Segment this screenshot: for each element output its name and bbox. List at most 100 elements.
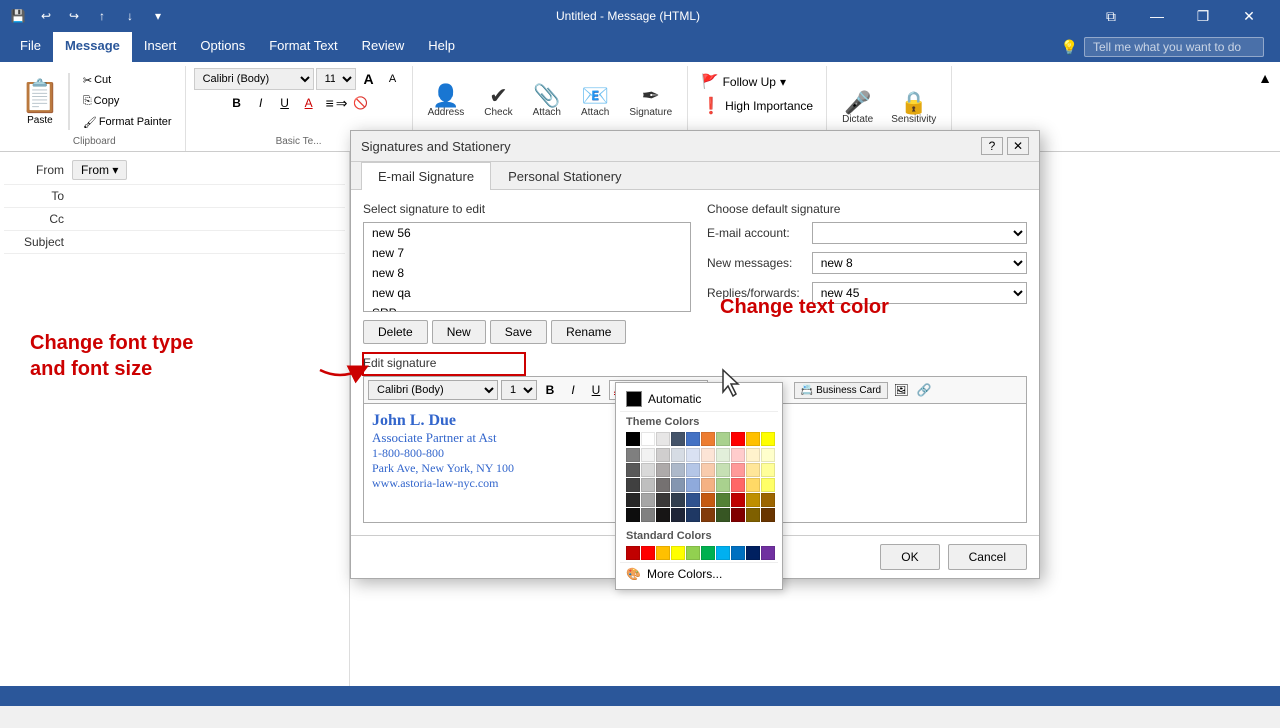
high-importance-button[interactable]: ❗ High Importance: [696, 93, 818, 119]
tab-personal-stationery[interactable]: Personal Stationery: [491, 162, 638, 190]
address-button[interactable]: 👤 Address: [421, 80, 472, 123]
shade-swatch[interactable]: [716, 478, 730, 492]
tab-options[interactable]: Options: [188, 32, 257, 62]
tab-message[interactable]: Message: [53, 32, 132, 62]
sig-item-newqa[interactable]: new qa: [364, 283, 690, 303]
replies-select[interactable]: new 45: [812, 282, 1027, 304]
paste-button[interactable]: 📋 Paste: [12, 73, 69, 130]
standard-color-swatch[interactable]: [686, 546, 700, 560]
standard-color-swatch[interactable]: [671, 546, 685, 560]
shade-swatch[interactable]: [656, 493, 670, 507]
shade-swatch[interactable]: [746, 493, 760, 507]
standard-color-swatch[interactable]: [701, 546, 715, 560]
shade-swatch[interactable]: [671, 508, 685, 522]
indent-button[interactable]: ⇒: [336, 95, 348, 112]
shade-swatch[interactable]: [671, 493, 685, 507]
shade-swatch[interactable]: [641, 493, 655, 507]
shade-swatch[interactable]: [686, 478, 700, 492]
customize-qat-icon[interactable]: ▾: [148, 6, 168, 26]
cut-button[interactable]: ✂Cut: [78, 71, 177, 90]
check-button[interactable]: ✔ Check: [477, 80, 519, 123]
delete-sig-button[interactable]: Delete: [363, 320, 428, 344]
theme-color-swatch[interactable]: [746, 432, 760, 446]
shade-swatch[interactable]: [626, 478, 640, 492]
restore-button[interactable]: ⧉: [1088, 0, 1134, 32]
sig-item-new56[interactable]: new 56: [364, 223, 690, 243]
signature-button[interactable]: ✒ Signature: [622, 80, 679, 123]
theme-color-swatch[interactable]: [761, 432, 775, 446]
undo-icon[interactable]: ↩: [36, 6, 56, 26]
shade-swatch[interactable]: [671, 478, 685, 492]
format-painter-button[interactable]: 🖌Format Painter: [78, 113, 177, 132]
shade-swatch[interactable]: [701, 478, 715, 492]
shade-swatch[interactable]: [761, 493, 775, 507]
cc-input[interactable]: [72, 212, 345, 226]
tab-insert[interactable]: Insert: [132, 32, 189, 62]
underline-button[interactable]: U: [274, 92, 296, 114]
email-account-select[interactable]: [812, 222, 1027, 244]
standard-color-swatch[interactable]: [641, 546, 655, 560]
shade-swatch[interactable]: [641, 508, 655, 522]
more-colors-row[interactable]: 🎨 More Colors...: [620, 562, 778, 585]
copy-button[interactable]: ⎘Copy: [78, 92, 177, 111]
close-button[interactable]: ✕: [1226, 0, 1272, 32]
shade-swatch[interactable]: [716, 493, 730, 507]
tab-format-text[interactable]: Format Text: [257, 32, 349, 62]
shade-swatch[interactable]: [716, 448, 730, 462]
shade-swatch[interactable]: [701, 493, 715, 507]
shade-swatch[interactable]: [686, 493, 700, 507]
dialog-close-button[interactable]: ✕: [1007, 137, 1029, 155]
dialog-help-button[interactable]: ?: [981, 137, 1003, 155]
sig-item-srp[interactable]: SRP: [364, 303, 690, 312]
shade-swatch[interactable]: [761, 508, 775, 522]
insert-hyperlink-button[interactable]: 🔗: [914, 380, 934, 400]
theme-color-swatch[interactable]: [686, 432, 700, 446]
shade-swatch[interactable]: [716, 463, 730, 477]
arrow-up-icon[interactable]: ↑: [92, 6, 112, 26]
business-card-button[interactable]: 📇 Business Card: [794, 382, 888, 399]
shade-swatch[interactable]: [701, 508, 715, 522]
theme-color-swatch[interactable]: [716, 432, 730, 446]
maximize-button[interactable]: ❐: [1180, 0, 1226, 32]
tell-me-input[interactable]: [1084, 37, 1264, 57]
font-selector[interactable]: Calibri (Body): [194, 68, 314, 90]
arrow-down-icon[interactable]: ↓: [120, 6, 140, 26]
shade-swatch[interactable]: [626, 463, 640, 477]
shade-swatch[interactable]: [626, 448, 640, 462]
from-button[interactable]: From ▾: [72, 160, 127, 180]
standard-color-swatch[interactable]: [731, 546, 745, 560]
shade-swatch[interactable]: [761, 478, 775, 492]
minimize-button[interactable]: —: [1134, 0, 1180, 32]
sig-item-new7[interactable]: new 7: [364, 243, 690, 263]
theme-color-swatch[interactable]: [701, 432, 715, 446]
standard-color-swatch[interactable]: [656, 546, 670, 560]
tab-email-signature[interactable]: E-mail Signature: [361, 162, 491, 190]
tab-review[interactable]: Review: [350, 32, 417, 62]
shrink-font-button[interactable]: A: [382, 68, 404, 90]
shade-swatch[interactable]: [746, 478, 760, 492]
shade-swatch[interactable]: [641, 478, 655, 492]
font-color-button[interactable]: A: [298, 92, 320, 114]
tab-help[interactable]: Help: [416, 32, 467, 62]
sig-list[interactable]: new 56 new 7 new 8 new qa SRP yuval: [363, 222, 691, 312]
subject-input[interactable]: [72, 235, 345, 249]
shade-swatch[interactable]: [641, 463, 655, 477]
italic-button[interactable]: I: [250, 92, 272, 114]
shade-swatch[interactable]: [686, 508, 700, 522]
rename-sig-button[interactable]: Rename: [551, 320, 626, 344]
shade-swatch[interactable]: [761, 463, 775, 477]
shade-swatch[interactable]: [731, 493, 745, 507]
standard-color-swatch[interactable]: [746, 546, 760, 560]
ok-button[interactable]: OK: [880, 544, 939, 570]
attach-item-button[interactable]: 📧 Attach: [574, 80, 616, 123]
tell-me-area[interactable]: 💡: [1053, 32, 1272, 62]
shade-swatch[interactable]: [701, 448, 715, 462]
shade-swatch[interactable]: [671, 463, 685, 477]
collapse-ribbon-button[interactable]: ▲: [1254, 66, 1276, 151]
shade-swatch[interactable]: [731, 478, 745, 492]
shade-swatch[interactable]: [761, 448, 775, 462]
theme-color-swatch[interactable]: [641, 432, 655, 446]
bullets-button[interactable]: ≡: [326, 95, 334, 111]
edit-underline-button[interactable]: U: [586, 380, 606, 400]
shade-swatch[interactable]: [746, 448, 760, 462]
